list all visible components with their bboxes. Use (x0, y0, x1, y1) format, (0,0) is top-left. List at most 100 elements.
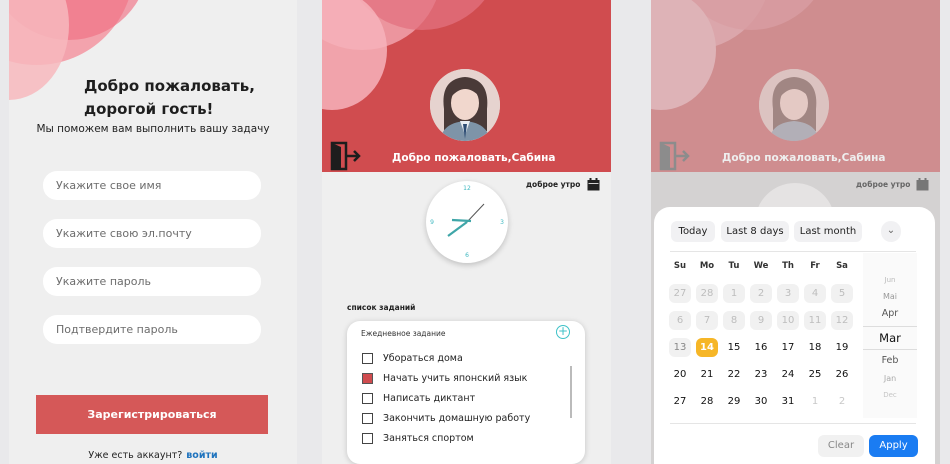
clock-number-6: 6 (465, 252, 469, 259)
day-cell[interactable]: 28 (696, 284, 718, 303)
task-item[interactable]: Закончить домашную работу (362, 411, 530, 425)
clock-number-3: 3 (500, 219, 504, 226)
day-cell[interactable]: 21 (696, 365, 718, 384)
wheel-divider (863, 349, 917, 350)
chevron-down-icon[interactable]: ⌄ (881, 221, 901, 242)
profile-header: Добро пожаловать,Сабина (651, 0, 940, 172)
day-cell[interactable]: 17 (777, 338, 799, 357)
calendar-icon (916, 176, 929, 195)
day-cell[interactable]: 18 (804, 338, 826, 357)
day-cell[interactable]: 10 (777, 311, 799, 330)
task-item[interactable]: Начать учить японский язык (362, 371, 527, 385)
checkbox[interactable] (362, 392, 373, 404)
day-cell[interactable]: 20 (669, 365, 691, 384)
day-cell[interactable]: 12 (831, 311, 853, 330)
welcome-subtitle: Мы поможем вам выполнить вашу задачу (36, 123, 270, 135)
preset-last-8-days[interactable]: Last 8 days (721, 221, 789, 242)
day-cell[interactable]: 24 (777, 365, 799, 384)
weekday-label: We (753, 261, 769, 271)
logout-icon (659, 141, 691, 172)
task-label: Написать диктант (383, 392, 476, 404)
day-cell[interactable]: 13 (669, 338, 691, 357)
login-link[interactable]: войти (186, 450, 217, 461)
wheel-divider (863, 326, 917, 327)
day-cell[interactable]: 31 (777, 392, 799, 411)
profile-header: Добро пожаловать,Сабина (322, 0, 611, 172)
weekday-label: Th (782, 261, 794, 271)
month-option[interactable]: Jun (863, 276, 917, 284)
month-wheel[interactable]: Jun Mai Apr Mar Feb Jan Dec (863, 253, 917, 418)
add-task-icon[interactable]: + (556, 325, 570, 339)
day-cell[interactable]: 1 (804, 392, 826, 411)
datepicker-screen: Добро пожаловать,Сабина доброе утро Toda… (651, 0, 940, 464)
day-cell[interactable]: 7 (696, 311, 718, 330)
home-screen: Добро пожаловать,Сабина доброе утро 12 3… (322, 0, 611, 464)
day-cell[interactable]: 25 (804, 365, 826, 384)
welcome-title: Добро пожаловать, дорогой гость! (84, 75, 255, 121)
calendar-icon[interactable] (587, 176, 600, 195)
day-cell[interactable]: 3 (777, 284, 799, 303)
confirm-password-input[interactable]: Подтвердите пароль (43, 315, 261, 344)
name-input[interactable]: Укажите свое имя (43, 171, 261, 200)
have-account-text: Уже есть аккаунт? (88, 450, 183, 461)
day-cell[interactable]: 16 (750, 338, 772, 357)
month-option[interactable]: Jan (863, 374, 917, 383)
avatar[interactable] (430, 69, 500, 141)
checkbox[interactable] (362, 432, 373, 444)
weekday-label: Su (673, 261, 687, 271)
analog-clock: 12 3 6 9 (426, 181, 508, 263)
register-button[interactable]: Зарегистрироваться (36, 395, 268, 434)
day-cell[interactable]: 15 (723, 338, 745, 357)
day-cell[interactable]: 28 (696, 392, 718, 411)
day-cell[interactable]: 6 (669, 311, 691, 330)
decor-circle (9, 0, 69, 100)
day-cell-selected[interactable]: 14 (696, 338, 718, 357)
checkbox[interactable] (362, 372, 373, 384)
day-cell[interactable]: 29 (723, 392, 745, 411)
password-input[interactable]: Укажите пароль (43, 267, 261, 296)
preset-today[interactable]: Today (671, 221, 715, 242)
day-cell[interactable]: 22 (723, 365, 745, 384)
day-cell[interactable]: 9 (750, 311, 772, 330)
checkbox[interactable] (362, 352, 373, 364)
day-cell[interactable]: 1 (723, 284, 745, 303)
clock-number-9: 9 (430, 219, 434, 226)
decor-circle (322, 0, 387, 110)
task-item[interactable]: Убораться дома (362, 351, 463, 365)
clock-number-12: 12 (463, 185, 471, 192)
month-option[interactable]: Apr (863, 308, 917, 319)
greeting-text: Добро пожаловать,Сабина (392, 152, 556, 164)
day-cell[interactable]: 11 (804, 311, 826, 330)
day-cell[interactable]: 8 (723, 311, 745, 330)
weekday-label: Sa (836, 261, 848, 271)
day-cell[interactable]: 30 (750, 392, 772, 411)
welcome-title-line2: дорогой гость! (84, 100, 214, 118)
good-morning-text: доброе утро (526, 180, 581, 189)
card-title: Ежедневное задание (361, 329, 446, 338)
task-item[interactable]: Заняться спортом (362, 431, 474, 445)
month-option[interactable]: Feb (863, 355, 917, 366)
apply-button[interactable]: Apply (869, 435, 918, 457)
checkbox[interactable] (362, 412, 373, 424)
day-cell[interactable]: 2 (750, 284, 772, 303)
month-option[interactable]: Dec (863, 391, 917, 399)
task-item[interactable]: Написать диктант (362, 391, 475, 405)
month-option[interactable]: Mai (863, 292, 917, 301)
have-account-row: Уже есть аккаунт? войти (9, 450, 297, 461)
logout-icon[interactable] (330, 141, 362, 172)
day-cell[interactable]: 26 (831, 365, 853, 384)
day-cell[interactable]: 27 (669, 284, 691, 303)
clear-button[interactable]: Clear (818, 435, 864, 457)
day-cell[interactable]: 19 (831, 338, 853, 357)
preset-last-month[interactable]: Last month (794, 221, 862, 242)
email-input[interactable]: Укажите свою эл.почту (43, 219, 261, 248)
scrollbar[interactable] (570, 366, 572, 418)
month-option-selected[interactable]: Mar (863, 331, 917, 345)
day-cell[interactable]: 2 (831, 392, 853, 411)
day-cell[interactable]: 23 (750, 365, 772, 384)
day-cell[interactable]: 5 (831, 284, 853, 303)
day-cell[interactable]: 4 (804, 284, 826, 303)
register-screen: Добро пожаловать, дорогой гость! Мы помо… (9, 0, 297, 464)
day-cell[interactable]: 27 (669, 392, 691, 411)
weekday-label: Mo (699, 261, 715, 271)
